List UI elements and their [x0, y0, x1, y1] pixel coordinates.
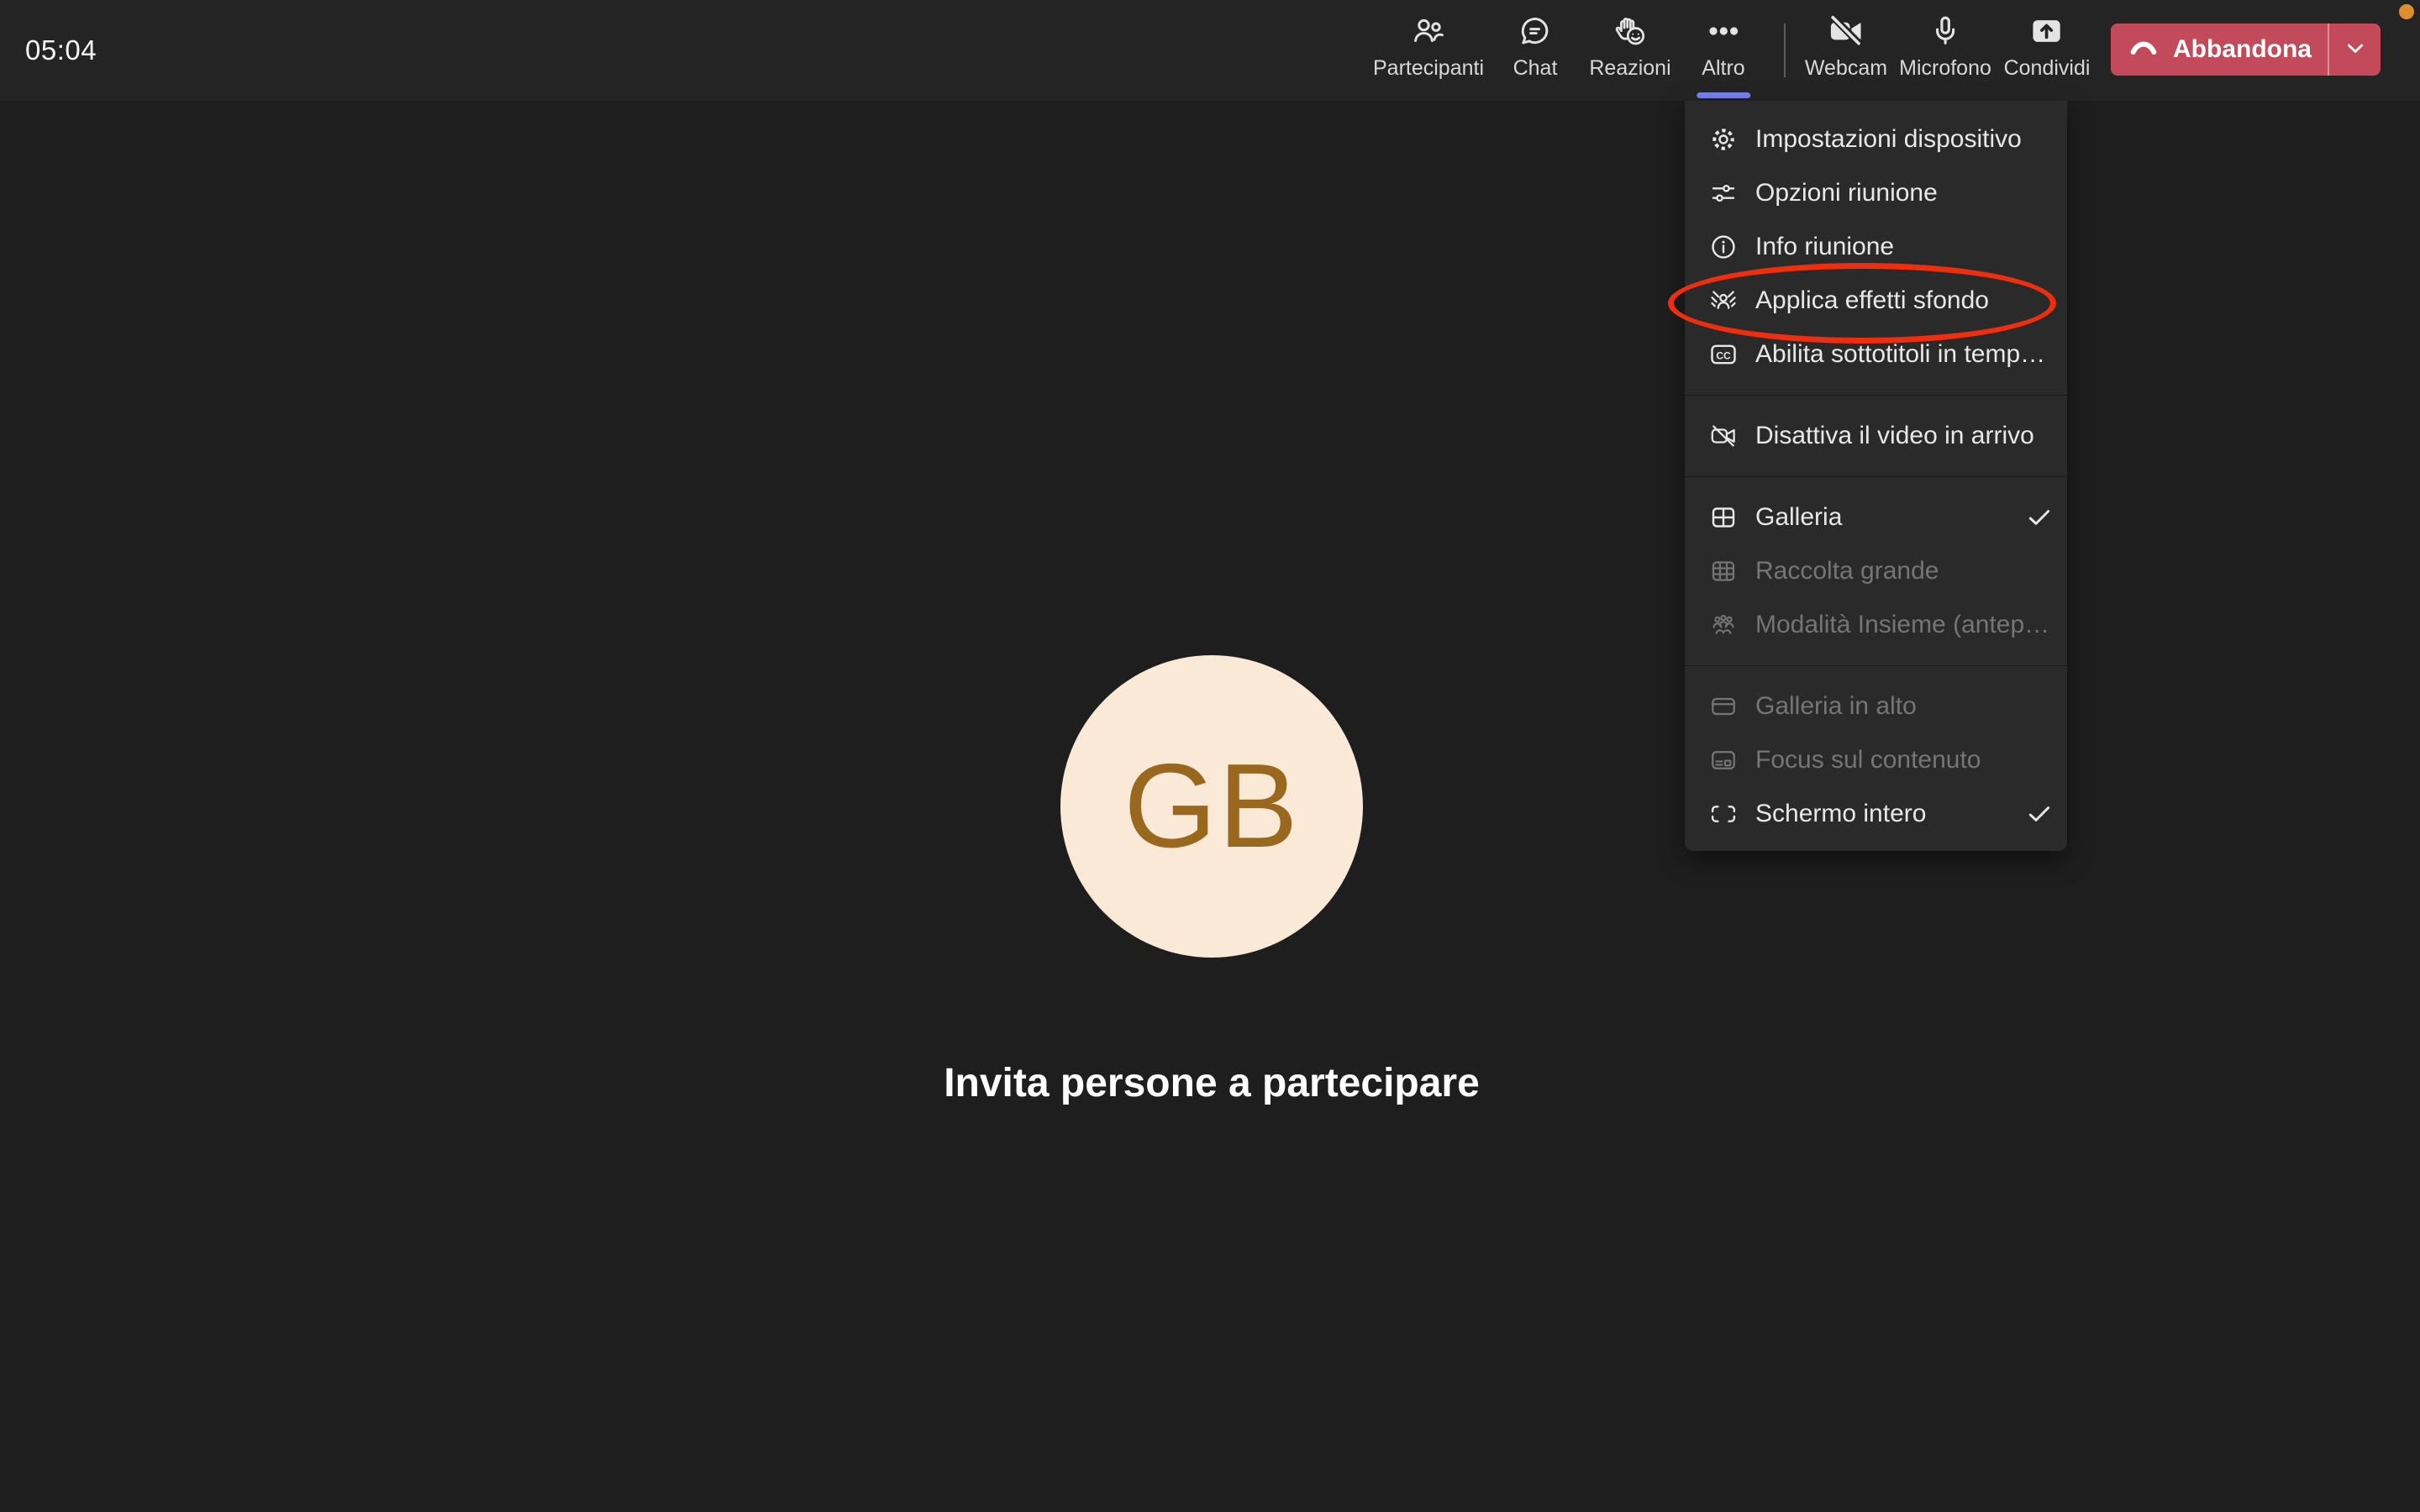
- menu-divider: [1685, 665, 2067, 666]
- microphone-button[interactable]: Microfono: [1899, 7, 1991, 94]
- avatar: GB: [1060, 655, 1363, 958]
- check-icon: [2025, 800, 2054, 828]
- invite-people-text: Invita persone a partecipare: [944, 1060, 1480, 1106]
- active-tab-underline: [1697, 92, 1750, 98]
- menu-divider: [1685, 476, 2067, 477]
- meeting-toolbar: 05:04 Partecipanti Chat: [0, 0, 2420, 101]
- webcam-button[interactable]: Webcam: [1805, 7, 1887, 94]
- participants-icon: [1410, 7, 1447, 55]
- webcam-label: Webcam: [1805, 55, 1887, 81]
- leave-label: Abbandona: [2173, 35, 2312, 64]
- together-mode-icon: [1708, 610, 1739, 640]
- menu-item-applica-effetti-sfondo[interactable]: Applica effetti sfondo: [1685, 274, 2067, 328]
- fullscreen-icon: [1708, 799, 1739, 829]
- chat-button[interactable]: Chat: [1513, 7, 1558, 94]
- closed-captions-icon: CC: [1708, 339, 1739, 370]
- check-icon: [2025, 503, 2054, 532]
- top-gallery-icon: [1708, 691, 1739, 722]
- content-focus-icon: [1708, 745, 1739, 775]
- microphone-icon: [1927, 7, 1964, 55]
- large-gallery-grid-icon: [1708, 556, 1739, 586]
- menu-item-modalita-insieme: Modalità Insieme (antep…: [1685, 598, 2067, 652]
- menu-item-abilita-sottotitoli[interactable]: CC Abilita sottotitoli in temp…: [1685, 328, 2067, 381]
- menu-item-galleria[interactable]: Galleria: [1685, 491, 2067, 544]
- teams-meeting-window: 05:04 Partecipanti Chat: [0, 0, 2420, 1512]
- reactions-button[interactable]: Reazioni: [1589, 7, 1670, 94]
- toolbar-divider: [1784, 24, 1786, 77]
- menu-item-raccolta-grande: Raccolta grande: [1685, 544, 2067, 598]
- gallery-grid-icon: [1708, 502, 1739, 533]
- menu-item-galleria-in-alto: Galleria in alto: [1685, 680, 2067, 733]
- incoming-video-off-icon: [1708, 421, 1739, 451]
- share-label: Condividi: [2004, 55, 2091, 81]
- reactions-hand-smiley-icon: [1611, 7, 1649, 55]
- menu-divider: [1685, 395, 2067, 396]
- hangup-phone-icon: [2127, 31, 2160, 69]
- meeting-timer: 05:04: [25, 0, 97, 101]
- chat-label: Chat: [1513, 55, 1558, 81]
- background-effects-icon: [1708, 286, 1739, 316]
- participants-button[interactable]: Partecipanti: [1373, 7, 1484, 94]
- share-screen-icon: [2028, 7, 2065, 55]
- chevron-down-icon: [2341, 34, 2370, 66]
- participants-label: Partecipanti: [1373, 55, 1484, 81]
- more-button[interactable]: Altro: [1702, 7, 1744, 94]
- reactions-label: Reazioni: [1589, 55, 1670, 81]
- menu-item-opzioni-riunione[interactable]: Opzioni riunione: [1685, 166, 2067, 220]
- sliders-icon: [1708, 178, 1739, 208]
- info-circle-icon: [1708, 232, 1739, 262]
- share-button[interactable]: Condividi: [2004, 7, 2091, 94]
- more-options-menu: Impostazioni dispositivo Opzioni riunion…: [1685, 101, 2067, 851]
- leave-button[interactable]: Abbandona: [2111, 24, 2381, 76]
- more-label: Altro: [1702, 55, 1744, 81]
- menu-item-info-riunione[interactable]: Info riunione: [1685, 220, 2067, 274]
- svg-text:CC: CC: [1716, 349, 1731, 361]
- menu-item-schermo-intero[interactable]: Schermo intero: [1685, 787, 2067, 841]
- menu-item-impostazioni-dispositivo[interactable]: Impostazioni dispositivo: [1685, 113, 2067, 166]
- menu-item-disattiva-video-in-arrivo[interactable]: Disattiva il video in arrivo: [1685, 409, 2067, 463]
- webcam-off-icon: [1827, 7, 1865, 55]
- orange-status-dot: [2399, 4, 2414, 19]
- chat-icon: [1517, 7, 1554, 55]
- menu-item-focus-sul-contenuto: Focus sul contenuto: [1685, 733, 2067, 787]
- more-dots-icon: [1704, 7, 1743, 55]
- avatar-initials: GB: [1123, 738, 1299, 875]
- leave-options-chevron[interactable]: [2329, 24, 2381, 76]
- microphone-label: Microfono: [1899, 55, 1991, 81]
- settings-gear-icon: [1708, 124, 1739, 155]
